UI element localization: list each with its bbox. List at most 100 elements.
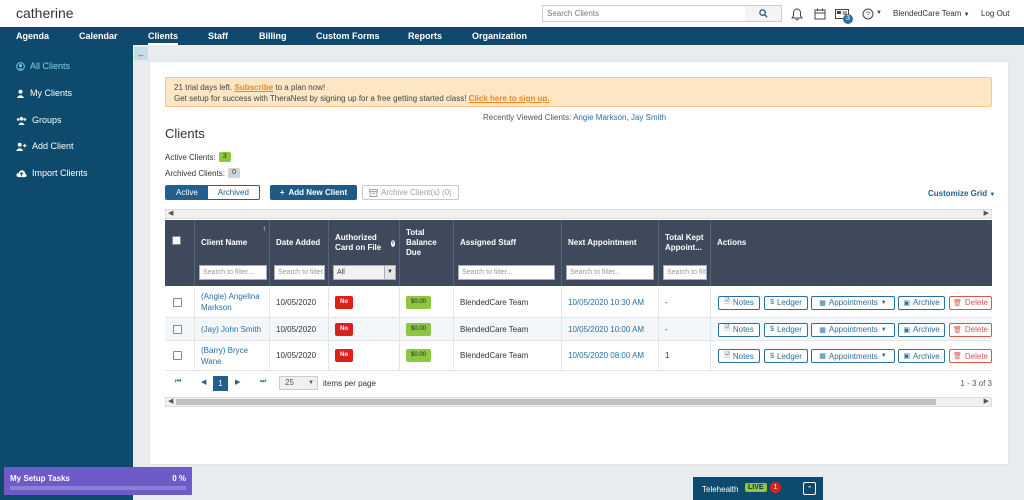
name-value[interactable]: (Angie) Angelina Markson bbox=[201, 291, 269, 313]
help-icon[interactable]: ? bbox=[860, 6, 876, 22]
prev-page-icon[interactable]: ◀ bbox=[201, 378, 206, 386]
header-date-added[interactable]: Date Added Search to filter... bbox=[270, 220, 329, 286]
sidebar-item-import-clients[interactable]: Import Clients bbox=[16, 168, 88, 178]
appt-value[interactable]: 10/05/2020 10:00 AM bbox=[568, 324, 644, 335]
nav-clients[interactable]: Clients bbox=[148, 27, 179, 45]
header-next-appointment[interactable]: Next Appointment Search to filter... bbox=[562, 220, 659, 286]
select-all-checkbox[interactable] bbox=[172, 236, 181, 245]
archive-button[interactable]: ▣ Archive bbox=[898, 295, 945, 310]
notes-button[interactable]: 🗎 Notes bbox=[718, 349, 760, 363]
expand-icon[interactable]: ⌃ bbox=[803, 482, 816, 495]
recent-separator: , bbox=[626, 113, 629, 122]
calendar-icon: ▦ bbox=[819, 326, 826, 334]
header-balance[interactable]: Total Balance Due bbox=[400, 220, 454, 286]
subscribe-link[interactable]: Subscribe bbox=[234, 83, 273, 92]
search-button[interactable] bbox=[745, 6, 781, 21]
filter-kept-appointments[interactable]: Search to filter... bbox=[663, 265, 707, 280]
nav-organization[interactable]: Organization bbox=[472, 27, 527, 45]
archive-clients-button[interactable]: Archive Client(s) (0) bbox=[362, 185, 459, 200]
sidebar-item-my-clients[interactable]: My Clients bbox=[16, 88, 72, 98]
header-assigned-staff[interactable]: Assigned Staff Search to filter... bbox=[454, 220, 562, 286]
nav-custom-forms[interactable]: Custom Forms bbox=[316, 27, 380, 45]
scroll-right-icon[interactable]: ▶ bbox=[984, 398, 989, 406]
appointments-button[interactable]: ▦ Appointments ▼ bbox=[811, 322, 895, 337]
appt-value[interactable]: 10/05/2020 08:00 AM bbox=[568, 350, 644, 361]
scroll-left-icon[interactable]: ◀ bbox=[168, 210, 173, 218]
archive-button[interactable]: ▣ Archive bbox=[898, 322, 945, 337]
collapse-sidebar-button[interactable]: ← bbox=[134, 47, 148, 60]
filter-card-select[interactable]: All ▼ bbox=[333, 265, 396, 280]
recent-client-link[interactable]: Angie Markson bbox=[573, 113, 626, 122]
row-checkbox[interactable] bbox=[173, 351, 182, 360]
setup-tasks-widget[interactable]: My Setup Tasks 0 % bbox=[4, 467, 192, 495]
row-checkbox[interactable] bbox=[173, 297, 182, 307]
appointments-button[interactable]: ▦ Appointments ▼ bbox=[811, 349, 895, 363]
add-new-client-button[interactable]: + Add New Client bbox=[270, 185, 357, 200]
name-value[interactable]: (Jay) John Smith bbox=[201, 324, 261, 335]
nav-reports[interactable]: Reports bbox=[408, 27, 442, 45]
notes-button[interactable]: 🗎 Notes bbox=[718, 295, 760, 310]
nav-calendar[interactable]: Calendar bbox=[79, 27, 118, 45]
messages-icon[interactable]: 3 bbox=[834, 6, 853, 24]
customize-grid-dropdown[interactable]: Customize Grid ▼ bbox=[928, 189, 995, 198]
filter-date-added[interactable]: Search to filter... bbox=[274, 265, 325, 280]
delete-button[interactable]: 🗑 Delete bbox=[949, 295, 992, 310]
setup-title: My Setup Tasks bbox=[10, 474, 70, 483]
notes-button[interactable]: 🗎 Notes bbox=[718, 322, 760, 337]
signup-link[interactable]: Click here to sign up. bbox=[469, 94, 550, 103]
grid-scrollbar-bottom[interactable]: ◀ ▶ bbox=[165, 397, 992, 407]
header-kept-appointments[interactable]: Total Kept Appoint... Search to filter..… bbox=[659, 220, 711, 286]
last-page-icon[interactable]: ⏭ bbox=[260, 378, 266, 386]
brand-name[interactable]: catherine bbox=[16, 5, 74, 21]
appt-value[interactable]: 10/05/2020 10:30 AM bbox=[568, 297, 644, 308]
first-page-icon[interactable]: ⏮ bbox=[175, 378, 181, 386]
archived-tab[interactable]: Archived bbox=[207, 186, 259, 199]
sidebar-item-add-client[interactable]: Add Client bbox=[16, 141, 74, 151]
scroll-left-icon[interactable]: ◀ bbox=[168, 398, 173, 406]
logout-link[interactable]: Log Out bbox=[981, 9, 1009, 18]
setup-percent: 0 % bbox=[172, 474, 186, 483]
nav-billing[interactable]: Billing bbox=[259, 27, 287, 45]
nav-agenda[interactable]: Agenda bbox=[16, 27, 49, 45]
row-checkbox[interactable] bbox=[173, 324, 182, 334]
current-page[interactable]: 1 bbox=[213, 376, 228, 391]
alert-text: 21 trial days left. bbox=[174, 83, 235, 92]
ledger-button[interactable]: $ Ledger bbox=[764, 349, 808, 363]
next-page-icon[interactable]: ▶ bbox=[235, 378, 240, 386]
trash-icon: 🗑 bbox=[952, 353, 962, 360]
archive-icon bbox=[369, 188, 379, 197]
delete-button[interactable]: 🗑 Delete bbox=[949, 349, 992, 363]
delete-button[interactable]: 🗑 Delete bbox=[949, 322, 992, 337]
archive-button[interactable]: ▣ Archive bbox=[898, 349, 945, 363]
message-count-badge: 3 bbox=[843, 14, 853, 24]
calendar-icon[interactable] bbox=[812, 6, 828, 22]
ledger-button[interactable]: $ Ledger bbox=[764, 295, 808, 310]
archive-icon: ▣ bbox=[903, 353, 910, 360]
telehealth-widget[interactable]: Telehealth LIVE 1 ⌃ bbox=[693, 477, 823, 500]
delete-label: Delete bbox=[964, 351, 988, 361]
filter-assigned-staff[interactable]: Search to filter... bbox=[458, 265, 555, 280]
header-client-name[interactable]: Client Name ↑ Search to filter... bbox=[195, 220, 270, 286]
bell-icon[interactable] bbox=[789, 6, 805, 22]
staff-value: BlendedCare Team bbox=[460, 324, 529, 334]
name-value[interactable]: (Barry) Bryce Wane bbox=[201, 345, 269, 367]
scroll-track bbox=[176, 211, 936, 217]
sidebar-item-groups[interactable]: Groups bbox=[16, 115, 62, 125]
nav-staff[interactable]: Staff bbox=[208, 27, 228, 45]
active-tab[interactable]: Active bbox=[166, 186, 208, 199]
ledger-label: Ledger bbox=[776, 298, 802, 307]
grid-scrollbar-top[interactable]: ◀ ▶ bbox=[165, 209, 992, 219]
search-input[interactable] bbox=[543, 6, 746, 21]
recent-client-link[interactable]: Jay Smith bbox=[631, 113, 666, 122]
page-size-select[interactable]: 25 ▼ bbox=[279, 376, 318, 390]
scroll-right-icon[interactable]: ▶ bbox=[984, 210, 989, 218]
appointments-button[interactable]: ▦ Appointments ▼ bbox=[811, 295, 895, 310]
filter-next-appointment[interactable]: Search to filter... bbox=[566, 265, 654, 280]
ledger-button[interactable]: $ Ledger bbox=[764, 322, 808, 337]
appointments-label: Appointments bbox=[828, 351, 878, 361]
user-menu[interactable]: BlendedCare Team ▼ bbox=[893, 9, 970, 18]
scroll-thumb[interactable] bbox=[176, 399, 936, 405]
filter-client-name[interactable]: Search to filter... bbox=[199, 265, 267, 280]
header-card-on-file[interactable]: Authorized Card on File i All ▼ bbox=[329, 220, 400, 286]
sidebar-item-all-clients[interactable]: All Clients bbox=[16, 61, 70, 71]
